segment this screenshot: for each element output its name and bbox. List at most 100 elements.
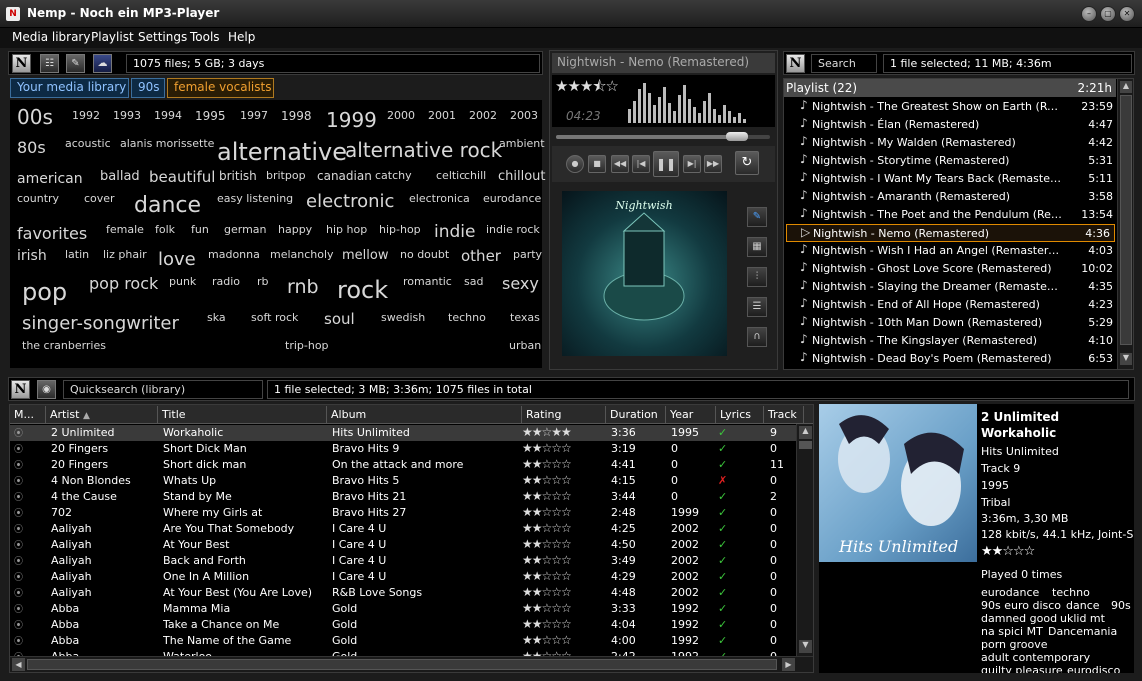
library-menu-button[interactable]: N: [11, 380, 30, 399]
tag-1999[interactable]: 1999: [326, 110, 377, 130]
col-title[interactable]: Title: [158, 406, 327, 423]
list-side-icon[interactable]: ☰: [747, 297, 767, 317]
repeat-icon[interactable]: ↻: [735, 151, 759, 175]
col-year[interactable]: Year: [666, 406, 716, 423]
playlist-search-input[interactable]: Search: [811, 54, 877, 73]
detail-tag[interactable]: 90s euro disco: [981, 599, 1061, 612]
tag-liz-phair[interactable]: liz phair: [103, 249, 147, 260]
tag-german[interactable]: german: [224, 224, 267, 235]
cell-rating[interactable]: ★★☆☆☆: [522, 585, 604, 599]
menu-playlist[interactable]: Playlist: [91, 30, 134, 44]
search-options-icon[interactable]: ◉: [37, 380, 56, 399]
equalizer-icon[interactable]: ⫶: [747, 267, 767, 287]
cell-rating[interactable]: ★★☆☆☆: [522, 617, 604, 631]
tag-latin[interactable]: latin: [65, 249, 89, 260]
crumb-90s[interactable]: 90s: [131, 78, 165, 98]
detail-tag[interactable]: Dancemania: [1048, 625, 1117, 638]
maximize-icon[interactable]: ▢: [1100, 6, 1116, 22]
tag-1997[interactable]: 1997: [240, 110, 268, 121]
playlist-item[interactable]: ♪ Nightwish - Storytime (Remastered) 5:31: [786, 152, 1117, 170]
tag-00s[interactable]: 00s: [17, 107, 53, 127]
record-icon[interactable]: ●: [566, 155, 584, 173]
lyrics-icon[interactable]: ✎: [66, 54, 85, 73]
playlist-item[interactable]: ▷ Nightwish - Nemo (Remastered) 4:36: [786, 224, 1115, 242]
tag-hip-hop[interactable]: hip-hop: [379, 224, 421, 235]
close-icon[interactable]: ✕: [1119, 6, 1135, 22]
playlist-item[interactable]: ♪ Nightwish - Slaying the Dreamer (Remast…: [786, 278, 1117, 296]
tag-chill[interactable]: chill: [464, 170, 486, 181]
cell-rating[interactable]: ★★☆☆☆: [522, 569, 604, 583]
grid-scrollbar-horizontal[interactable]: ◀ ▶: [10, 656, 813, 672]
detail-tag[interactable]: uklid mt: [1060, 612, 1105, 625]
tag-electronica[interactable]: electronica: [409, 193, 470, 204]
tag-female[interactable]: female: [106, 224, 144, 235]
tag-alanis-morissette[interactable]: alanis morissette: [120, 138, 214, 149]
table-row[interactable]: ⦿ Aaliyah Back and Forth I Care 4 U ★★☆☆☆ 3:4…: [10, 553, 796, 569]
cell-rating[interactable]: ★★☆☆☆: [522, 521, 604, 535]
tag-britpop[interactable]: britpop: [266, 170, 306, 181]
tag-chillout[interactable]: chillout: [498, 170, 546, 183]
quicksearch-input[interactable]: Quicksearch (library): [63, 380, 263, 399]
tag-1993[interactable]: 1993: [113, 110, 141, 121]
playlist-item[interactable]: ♪ Nightwish - Amaranth (Remastered) 3:58: [786, 188, 1117, 206]
playlist-item[interactable]: ♪ Nightwish - Élan (Remastered) 4:47: [786, 116, 1117, 134]
tag-rock[interactable]: rock: [337, 278, 388, 302]
tag-1992[interactable]: 1992: [72, 110, 100, 121]
cell-rating[interactable]: ★★☆☆☆: [522, 633, 604, 647]
player-rating[interactable]: ★★★⯪☆: [555, 76, 619, 101]
tree-view-icon[interactable]: ☷: [40, 54, 59, 73]
playlist-item[interactable]: ♪ Nightwish - 10th Man Down (Remastered) 5…: [786, 314, 1117, 332]
scroll-left-icon[interactable]: ◀: [12, 658, 25, 671]
rewind-icon[interactable]: ◀◀: [611, 155, 629, 173]
detail-tag[interactable]: adult contemporary: [981, 651, 1090, 664]
cell-rating[interactable]: ★★☆☆☆: [522, 553, 604, 567]
tag-soft-rock[interactable]: soft rock: [251, 312, 298, 323]
tag-rnb[interactable]: rnb: [287, 278, 319, 297]
tag-alternative[interactable]: alternative: [217, 140, 347, 164]
tag-ska[interactable]: ska: [207, 312, 226, 323]
tag-2003[interactable]: 2003: [510, 110, 538, 121]
detail-tag[interactable]: eurodance: [981, 586, 1039, 599]
playlist-item[interactable]: ♪ Nightwish - I Want My Tears Back (Remas…: [786, 170, 1117, 188]
table-row[interactable]: ⦿ 20 Fingers Short dick man On the attack a…: [10, 457, 796, 473]
col-album[interactable]: Album: [327, 406, 522, 423]
tag-romantic[interactable]: romantic: [403, 276, 452, 287]
tag-catchy[interactable]: catchy: [375, 170, 412, 181]
menu-media-library[interactable]: Media library: [12, 30, 90, 44]
tag-celtic[interactable]: celtic: [436, 170, 465, 181]
tag-soul[interactable]: soul: [324, 312, 355, 327]
tag-2000[interactable]: 2000: [387, 110, 415, 121]
detail-tag[interactable]: guilty pleasure: [981, 664, 1063, 673]
tag-trip-hop[interactable]: trip-hop: [285, 340, 329, 351]
cell-rating[interactable]: ★★☆☆☆: [522, 601, 604, 615]
tag-favorites[interactable]: favorites: [17, 226, 87, 242]
playlist-item[interactable]: ♪ Nightwish - End of All Hope (Remastered…: [786, 296, 1117, 314]
playlist-item[interactable]: ♪ Nightwish - Wish I Had an Angel (Remast…: [786, 242, 1117, 260]
tag-sexy[interactable]: sexy: [502, 276, 539, 292]
playlist-scrollbar[interactable]: ▲ ▼: [1117, 79, 1133, 369]
tagcloud-icon[interactable]: ☁: [93, 54, 112, 73]
table-row[interactable]: ⦿ 702 Where my Girls at Bravo Hits 27 ★★☆☆☆ 2…: [10, 505, 796, 521]
tag-beautiful[interactable]: beautiful: [149, 170, 215, 185]
tag-dance[interactable]: dance: [134, 195, 201, 217]
tag-no-doubt[interactable]: no doubt: [400, 249, 449, 260]
progress-bar[interactable]: [556, 132, 770, 141]
tag-party[interactable]: party: [513, 249, 542, 260]
detail-tag[interactable]: techno: [1052, 586, 1090, 599]
pause-icon[interactable]: ❚❚: [653, 151, 679, 177]
playlist-item[interactable]: ♪ Nightwish - My Walden (Remastered) 4:42: [786, 134, 1117, 152]
crumb-female-vocalists[interactable]: female vocalists: [167, 78, 274, 98]
playlist-item[interactable]: ♪ Nightwish - The Greatest Show on Earth …: [786, 98, 1117, 116]
table-row[interactable]: ⦿ Aaliyah One In A Million I Care 4 U ★★☆☆☆ 4…: [10, 569, 796, 585]
col-mark[interactable]: M...: [10, 406, 46, 423]
detail-tag[interactable]: porn groove: [981, 638, 1048, 651]
menu-help[interactable]: Help: [228, 30, 255, 44]
tag-radio[interactable]: radio: [212, 276, 240, 287]
playlist-item[interactable]: ♪ Nightwish - Dead Boy's Poem (Remastered…: [786, 350, 1117, 368]
tag-irish[interactable]: irish: [17, 249, 47, 263]
tag-2001[interactable]: 2001: [428, 110, 456, 121]
tag-texas[interactable]: texas: [510, 312, 540, 323]
grid-scroll-up-icon[interactable]: ▲: [799, 426, 812, 439]
cell-rating[interactable]: ★★☆★★: [522, 425, 604, 439]
table-row[interactable]: ⦿ Aaliyah At Your Best I Care 4 U ★★☆☆☆ 4:50 2…: [10, 537, 796, 553]
